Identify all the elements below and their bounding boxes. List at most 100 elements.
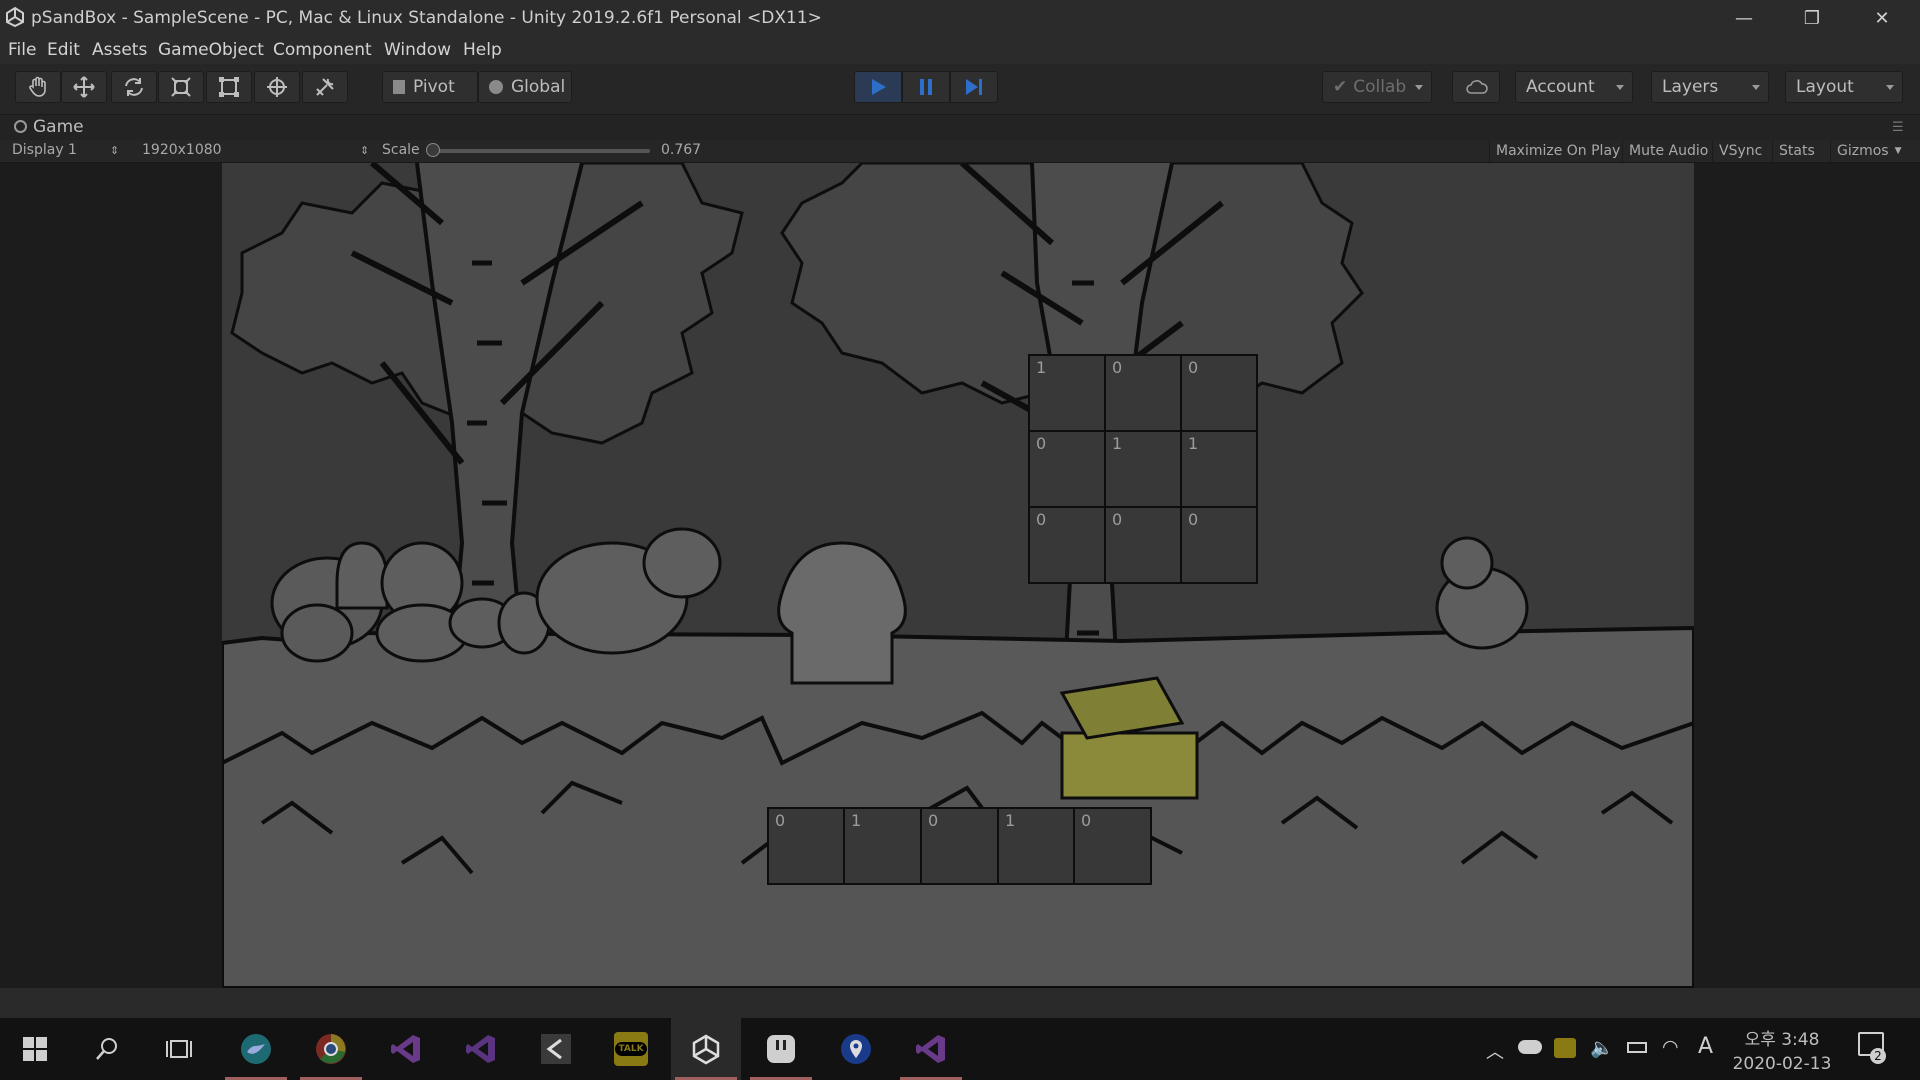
- status-bar: [0, 988, 1920, 1018]
- account-dropdown[interactable]: Account: [1515, 71, 1633, 103]
- visual-studio-button[interactable]: [371, 1018, 441, 1080]
- menu-assets[interactable]: Assets: [92, 40, 147, 60]
- tab-game[interactable]: Game: [33, 117, 84, 137]
- task-view-icon: [166, 1040, 192, 1058]
- menu-gameobject[interactable]: GameObject: [158, 40, 264, 60]
- step-icon: [966, 79, 982, 95]
- clock-time[interactable]: 오후 3:48: [1740, 1025, 1824, 1050]
- play-icon: [872, 79, 886, 95]
- pivot-label: Pivot: [413, 77, 455, 97]
- scale-value: 0.767: [661, 142, 702, 158]
- grid-cell: 0: [1180, 506, 1258, 584]
- minimize-button[interactable]: —: [1714, 0, 1774, 37]
- volume-icon[interactable]: 🔈: [1590, 1036, 1614, 1059]
- rect-icon: [219, 77, 239, 97]
- display-select[interactable]: Display 1: [12, 142, 77, 158]
- bottom-grid: 0 1 0 1 0: [767, 807, 1152, 885]
- menu-bar: File Edit Assets GameObject Component Wi…: [0, 37, 1920, 64]
- visual-studio-icon-2: [466, 1035, 495, 1063]
- chevron-down-icon: [1616, 85, 1624, 90]
- grid-cell: 0: [1104, 506, 1182, 584]
- grid-cell: 0: [1028, 506, 1106, 584]
- pause-icon: [920, 79, 932, 95]
- kakaotalk-tray-icon[interactable]: [1554, 1038, 1576, 1058]
- custom-tool-button[interactable]: [302, 71, 348, 103]
- layers-dropdown[interactable]: Layers: [1651, 71, 1769, 103]
- restore-button[interactable]: ❐: [1782, 0, 1842, 37]
- search-button[interactable]: [72, 1018, 142, 1080]
- ghost-character: [335, 541, 389, 610]
- grid-cell: 1: [843, 807, 922, 885]
- gizmos-dropdown[interactable]: Gizmos ▼: [1830, 140, 1906, 162]
- global-toggle[interactable]: Global: [478, 71, 572, 103]
- ime-indicator[interactable]: A: [1698, 1034, 1713, 1059]
- grid-cell: 1: [997, 807, 1076, 885]
- collab-label: Collab: [1353, 77, 1407, 97]
- menu-help[interactable]: Help: [463, 40, 502, 60]
- game-scene[interactable]: 1 0 0 0 1 1 0 0 0 0 1 0 1 0: [222, 163, 1694, 988]
- maps-icon: [841, 1034, 871, 1064]
- resolution-select[interactable]: 1920x1080: [142, 142, 222, 158]
- task-view-button[interactable]: [144, 1018, 214, 1080]
- unity-logo-icon: [6, 6, 24, 28]
- globe-icon: [489, 80, 503, 94]
- pause-button[interactable]: [902, 71, 950, 103]
- menu-file[interactable]: File: [8, 40, 36, 60]
- pivot-toggle[interactable]: Pivot: [382, 71, 478, 103]
- battery-icon[interactable]: [1627, 1042, 1647, 1053]
- clock-date[interactable]: 2020-02-13: [1726, 1054, 1838, 1074]
- rotate-tool-button[interactable]: [111, 71, 157, 103]
- maps-button[interactable]: [821, 1018, 891, 1080]
- collab-dropdown[interactable]: ✔ Collab: [1322, 71, 1432, 103]
- play-button[interactable]: [854, 71, 902, 103]
- scale-slider-track[interactable]: [428, 149, 650, 153]
- rect-tool-button[interactable]: [206, 71, 252, 103]
- kakaotalk-label: TALK: [615, 1042, 647, 1056]
- stats-toggle[interactable]: Stats: [1772, 140, 1820, 162]
- chevron-down-icon: [1415, 85, 1423, 90]
- close-button[interactable]: ✕: [1852, 0, 1912, 37]
- title-bar: pSandBox - SampleScene - PC, Mac & Linux…: [0, 0, 1920, 37]
- unity-hub-button[interactable]: [521, 1018, 591, 1080]
- twitter-app-button[interactable]: [221, 1018, 291, 1080]
- chrome-button[interactable]: [296, 1018, 366, 1080]
- onedrive-icon[interactable]: [1518, 1040, 1542, 1054]
- windows-start-button[interactable]: [0, 1018, 70, 1080]
- chrome-icon: [316, 1034, 346, 1064]
- menu-window[interactable]: Window: [384, 40, 451, 60]
- app-icon: [767, 1035, 795, 1063]
- windows-start-icon: [23, 1037, 47, 1061]
- grid-cell: 1: [1028, 354, 1106, 432]
- maximize-on-play-toggle[interactable]: Maximize On Play: [1489, 140, 1622, 162]
- tray-overflow-icon[interactable]: ︿: [1486, 1038, 1504, 1064]
- grid-cell: 0: [1104, 354, 1182, 432]
- hand-tool-button[interactable]: [15, 71, 61, 103]
- display-select-arrow-icon: ⇕: [110, 144, 120, 157]
- grid-cell: 0: [920, 807, 999, 885]
- game-view-controls: Display 1 ⇕ 1920x1080 ⇕ Scale 0.767 Maxi…: [0, 140, 1920, 163]
- unity-icon: [692, 1034, 720, 1065]
- visual-studio-button-3[interactable]: [896, 1018, 966, 1080]
- scale-tool-button[interactable]: [158, 71, 204, 103]
- visual-studio-button-2[interactable]: [446, 1018, 516, 1080]
- kakaotalk-icon: TALK: [614, 1032, 648, 1066]
- menu-edit[interactable]: Edit: [47, 40, 80, 60]
- scale-slider-thumb[interactable]: [426, 143, 440, 157]
- visual-studio-icon: [391, 1035, 420, 1063]
- scale-label: Scale: [382, 142, 420, 158]
- cloud-button[interactable]: [1452, 71, 1500, 103]
- menu-component[interactable]: Component: [273, 40, 372, 60]
- notification-count-badge: 2: [1870, 1048, 1886, 1064]
- step-button[interactable]: [950, 71, 998, 103]
- layout-dropdown[interactable]: Layout: [1785, 71, 1903, 103]
- grid-cell: 0: [1028, 430, 1106, 508]
- unity-button[interactable]: [671, 1018, 741, 1080]
- app-button[interactable]: [746, 1018, 816, 1080]
- transform-tool-button[interactable]: [254, 71, 300, 103]
- tab-menu-icon[interactable]: ☰: [1892, 120, 1904, 135]
- mute-audio-toggle[interactable]: Mute Audio: [1622, 140, 1712, 162]
- kakaotalk-button[interactable]: TALK: [596, 1018, 666, 1080]
- wifi-icon[interactable]: ◠: [1662, 1036, 1679, 1058]
- vsync-toggle[interactable]: VSync: [1712, 140, 1772, 162]
- move-tool-button[interactable]: [61, 71, 107, 103]
